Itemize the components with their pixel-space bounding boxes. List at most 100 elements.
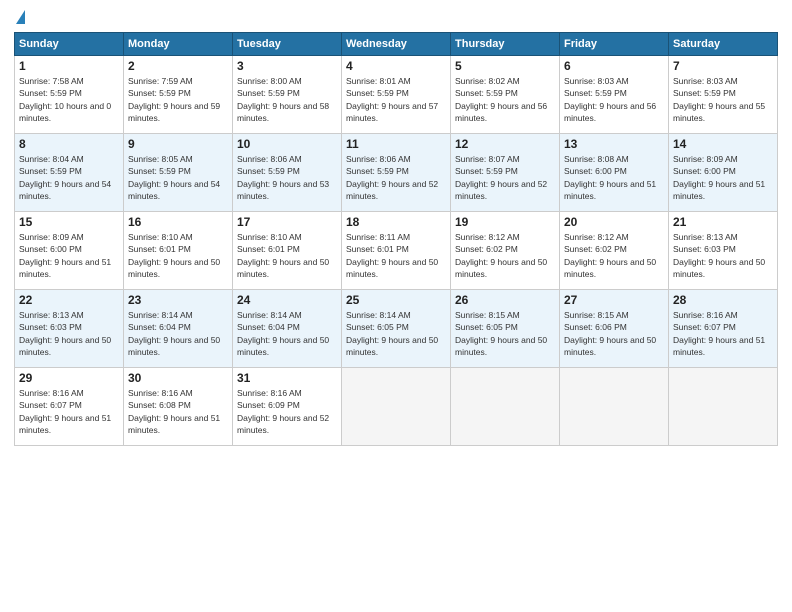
day-cell: 6 Sunrise: 8:03 AMSunset: 5:59 PMDaylight…: [560, 56, 669, 134]
day-number: 25: [346, 293, 446, 307]
day-cell: 22 Sunrise: 8:13 AMSunset: 6:03 PMDayligh…: [15, 290, 124, 368]
day-number: 7: [673, 59, 773, 73]
day-info: Sunrise: 8:16 AMSunset: 6:07 PMDaylight:…: [19, 388, 111, 435]
col-header-sunday: Sunday: [15, 33, 124, 56]
day-cell: 3Sunrise: 8:00 AMSunset: 5:59 PMDaylight…: [233, 56, 342, 134]
day-cell: 27 Sunrise: 8:15 AMSunset: 6:06 PMDayligh…: [560, 290, 669, 368]
day-number: 6: [564, 59, 664, 73]
day-info: Sunrise: 8:15 AMSunset: 6:06 PMDaylight:…: [564, 310, 656, 357]
day-cell: 19Sunrise: 8:12 AMSunset: 6:02 PMDayligh…: [451, 212, 560, 290]
week-row-2: 8 Sunrise: 8:04 AMSunset: 5:59 PMDaylight…: [15, 134, 778, 212]
day-info: Sunrise: 8:09 AMSunset: 6:00 PMDaylight:…: [673, 154, 765, 201]
day-cell: 16 Sunrise: 8:10 AMSunset: 6:01 PMDayligh…: [124, 212, 233, 290]
day-number: 2: [128, 59, 228, 73]
day-cell: 8 Sunrise: 8:04 AMSunset: 5:59 PMDaylight…: [15, 134, 124, 212]
week-row-3: 15Sunrise: 8:09 AMSunset: 6:00 PMDayligh…: [15, 212, 778, 290]
day-cell: 25Sunrise: 8:14 AMSunset: 6:05 PMDayligh…: [342, 290, 451, 368]
day-number: 9: [128, 137, 228, 151]
day-cell: 5 Sunrise: 8:02 AMSunset: 5:59 PMDaylight…: [451, 56, 560, 134]
day-info: Sunrise: 8:03 AMSunset: 5:59 PMDaylight:…: [673, 76, 765, 123]
day-cell: 26Sunrise: 8:15 AMSunset: 6:05 PMDayligh…: [451, 290, 560, 368]
day-cell: [451, 368, 560, 446]
day-number: 1: [19, 59, 119, 73]
week-row-1: 1 Sunrise: 7:58 AMSunset: 5:59 PMDaylight…: [15, 56, 778, 134]
day-number: 16: [128, 215, 228, 229]
col-header-thursday: Thursday: [451, 33, 560, 56]
day-cell: [560, 368, 669, 446]
day-cell: 30Sunrise: 8:16 AMSunset: 6:08 PMDayligh…: [124, 368, 233, 446]
day-info: Sunrise: 8:10 AMSunset: 6:01 PMDaylight:…: [128, 232, 220, 279]
day-cell: 10 Sunrise: 8:06 AMSunset: 5:59 PMDayligh…: [233, 134, 342, 212]
header: [14, 10, 778, 24]
day-info: Sunrise: 8:06 AMSunset: 5:59 PMDaylight:…: [237, 154, 329, 201]
day-number: 18: [346, 215, 446, 229]
day-cell: 9 Sunrise: 8:05 AMSunset: 5:59 PMDaylight…: [124, 134, 233, 212]
day-number: 12: [455, 137, 555, 151]
day-number: 5: [455, 59, 555, 73]
day-number: 4: [346, 59, 446, 73]
day-cell: 1 Sunrise: 7:58 AMSunset: 5:59 PMDaylight…: [15, 56, 124, 134]
day-cell: 11 Sunrise: 8:06 AMSunset: 5:59 PMDayligh…: [342, 134, 451, 212]
logo-triangle-icon: [16, 10, 25, 24]
day-cell: 12 Sunrise: 8:07 AMSunset: 5:59 PMDayligh…: [451, 134, 560, 212]
day-info: Sunrise: 8:13 AMSunset: 6:03 PMDaylight:…: [673, 232, 765, 279]
day-cell: 13 Sunrise: 8:08 AMSunset: 6:00 PMDayligh…: [560, 134, 669, 212]
day-info: Sunrise: 8:10 AMSunset: 6:01 PMDaylight:…: [237, 232, 329, 279]
logo: [14, 10, 25, 24]
day-info: Sunrise: 8:14 AMSunset: 6:04 PMDaylight:…: [128, 310, 220, 357]
day-number: 22: [19, 293, 119, 307]
col-header-friday: Friday: [560, 33, 669, 56]
day-number: 27: [564, 293, 664, 307]
day-info: Sunrise: 8:16 AMSunset: 6:08 PMDaylight:…: [128, 388, 220, 435]
day-info: Sunrise: 8:16 AMSunset: 6:09 PMDaylight:…: [237, 388, 329, 435]
col-header-tuesday: Tuesday: [233, 33, 342, 56]
day-cell: [669, 368, 778, 446]
col-header-wednesday: Wednesday: [342, 33, 451, 56]
day-info: Sunrise: 8:15 AMSunset: 6:05 PMDaylight:…: [455, 310, 547, 357]
day-number: 31: [237, 371, 337, 385]
day-number: 11: [346, 137, 446, 151]
day-info: Sunrise: 7:58 AMSunset: 5:59 PMDaylight:…: [19, 76, 111, 123]
day-info: Sunrise: 8:12 AMSunset: 6:02 PMDaylight:…: [455, 232, 547, 279]
day-info: Sunrise: 8:16 AMSunset: 6:07 PMDaylight:…: [673, 310, 765, 357]
day-info: Sunrise: 8:02 AMSunset: 5:59 PMDaylight:…: [455, 76, 547, 123]
day-info: Sunrise: 8:03 AMSunset: 5:59 PMDaylight:…: [564, 76, 656, 123]
day-info: Sunrise: 8:14 AMSunset: 6:04 PMDaylight:…: [237, 310, 329, 357]
day-info: Sunrise: 8:01 AMSunset: 5:59 PMDaylight:…: [346, 76, 438, 123]
day-cell: 20Sunrise: 8:12 AMSunset: 6:02 PMDayligh…: [560, 212, 669, 290]
day-info: Sunrise: 8:06 AMSunset: 5:59 PMDaylight:…: [346, 154, 438, 201]
day-info: Sunrise: 8:08 AMSunset: 6:00 PMDaylight:…: [564, 154, 656, 201]
day-cell: 28 Sunrise: 8:16 AMSunset: 6:07 PMDayligh…: [669, 290, 778, 368]
day-cell: 2 Sunrise: 7:59 AMSunset: 5:59 PMDaylight…: [124, 56, 233, 134]
header-row: SundayMondayTuesdayWednesdayThursdayFrid…: [15, 33, 778, 56]
day-cell: 14 Sunrise: 8:09 AMSunset: 6:00 PMDayligh…: [669, 134, 778, 212]
day-cell: 24Sunrise: 8:14 AMSunset: 6:04 PMDayligh…: [233, 290, 342, 368]
day-info: Sunrise: 8:05 AMSunset: 5:59 PMDaylight:…: [128, 154, 220, 201]
day-number: 13: [564, 137, 664, 151]
day-cell: 23 Sunrise: 8:14 AMSunset: 6:04 PMDayligh…: [124, 290, 233, 368]
day-cell: 31 Sunrise: 8:16 AMSunset: 6:09 PMDayligh…: [233, 368, 342, 446]
day-number: 28: [673, 293, 773, 307]
col-header-saturday: Saturday: [669, 33, 778, 56]
calendar-table: SundayMondayTuesdayWednesdayThursdayFrid…: [14, 32, 778, 446]
week-row-5: 29Sunrise: 8:16 AMSunset: 6:07 PMDayligh…: [15, 368, 778, 446]
day-number: 8: [19, 137, 119, 151]
day-cell: 7 Sunrise: 8:03 AMSunset: 5:59 PMDaylight…: [669, 56, 778, 134]
day-number: 17: [237, 215, 337, 229]
day-cell: 29Sunrise: 8:16 AMSunset: 6:07 PMDayligh…: [15, 368, 124, 446]
day-info: Sunrise: 7:59 AMSunset: 5:59 PMDaylight:…: [128, 76, 220, 123]
calendar-container: SundayMondayTuesdayWednesdayThursdayFrid…: [0, 0, 792, 452]
day-cell: 17 Sunrise: 8:10 AMSunset: 6:01 PMDayligh…: [233, 212, 342, 290]
day-number: 14: [673, 137, 773, 151]
day-info: Sunrise: 8:13 AMSunset: 6:03 PMDaylight:…: [19, 310, 111, 357]
day-number: 23: [128, 293, 228, 307]
day-info: Sunrise: 8:12 AMSunset: 6:02 PMDaylight:…: [564, 232, 656, 279]
day-cell: 21 Sunrise: 8:13 AMSunset: 6:03 PMDayligh…: [669, 212, 778, 290]
day-number: 21: [673, 215, 773, 229]
day-info: Sunrise: 8:11 AMSunset: 6:01 PMDaylight:…: [346, 232, 438, 279]
day-number: 10: [237, 137, 337, 151]
day-info: Sunrise: 8:00 AMSunset: 5:59 PMDaylight:…: [237, 76, 329, 123]
day-info: Sunrise: 8:07 AMSunset: 5:59 PMDaylight:…: [455, 154, 547, 201]
day-info: Sunrise: 8:04 AMSunset: 5:59 PMDaylight:…: [19, 154, 111, 201]
col-header-monday: Monday: [124, 33, 233, 56]
